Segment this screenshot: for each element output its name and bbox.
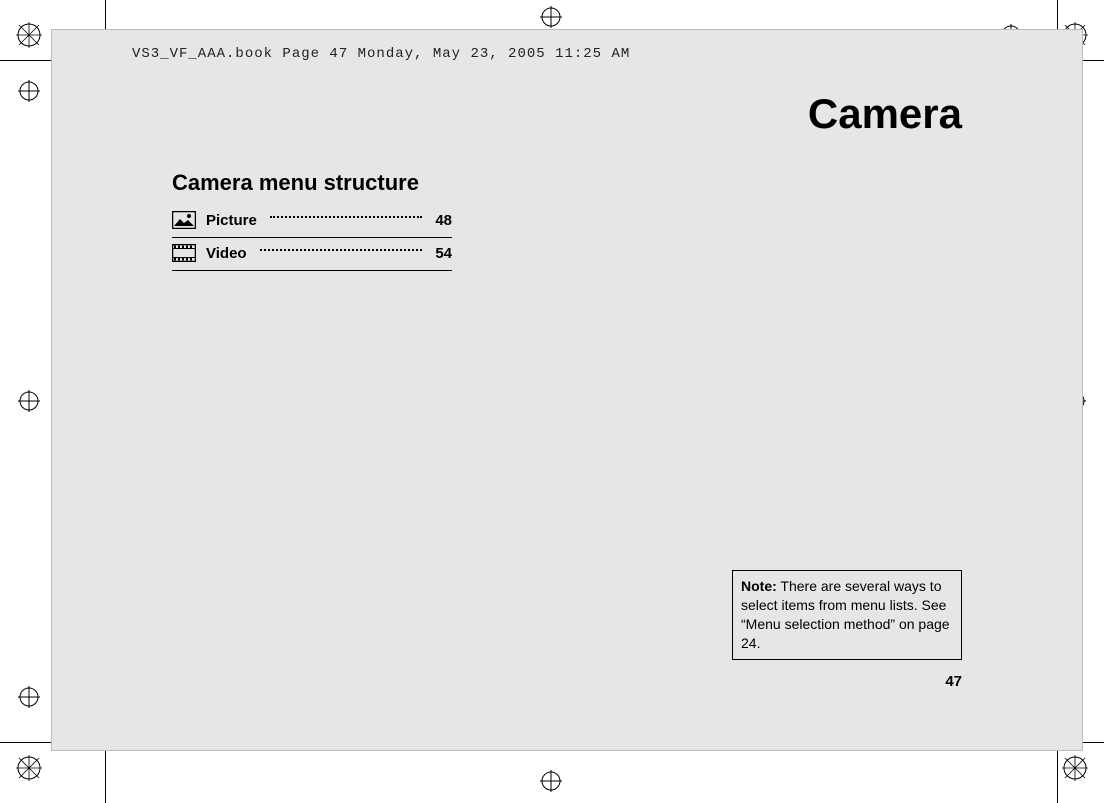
toc-page-ref: 54	[435, 245, 452, 262]
toc-leader-dots	[260, 249, 423, 251]
content-area: Camera Camera menu structure Picture 48 …	[172, 90, 962, 690]
crop-target-icon	[540, 770, 562, 797]
toc-row-picture: Picture 48	[172, 205, 452, 238]
toc-page-ref: 48	[435, 212, 452, 229]
video-icon	[172, 244, 196, 262]
crop-target-icon	[18, 80, 40, 107]
note-box: Note: There are several ways to select i…	[732, 570, 962, 660]
page-title: Camera	[808, 90, 962, 138]
section-heading: Camera menu structure	[172, 170, 419, 196]
toc-leader-dots	[270, 216, 422, 218]
toc-list: Picture 48 Video 54	[172, 205, 452, 271]
page-body: VS3_VF_AAA.book Page 47 Monday, May 23, …	[52, 30, 1082, 750]
registration-mark-icon	[1062, 755, 1088, 781]
note-prefix: Note:	[741, 578, 777, 594]
crop-target-icon	[18, 390, 40, 417]
registration-mark-icon	[16, 755, 42, 781]
toc-row-video: Video 54	[172, 238, 452, 271]
running-header: VS3_VF_AAA.book Page 47 Monday, May 23, …	[132, 46, 630, 62]
crop-target-icon	[540, 6, 562, 33]
picture-icon	[172, 211, 196, 229]
toc-label: Video	[206, 245, 247, 262]
registration-mark-icon	[16, 22, 42, 48]
toc-label: Picture	[206, 212, 257, 229]
crop-target-icon	[18, 686, 40, 713]
page-number: 47	[945, 673, 962, 690]
